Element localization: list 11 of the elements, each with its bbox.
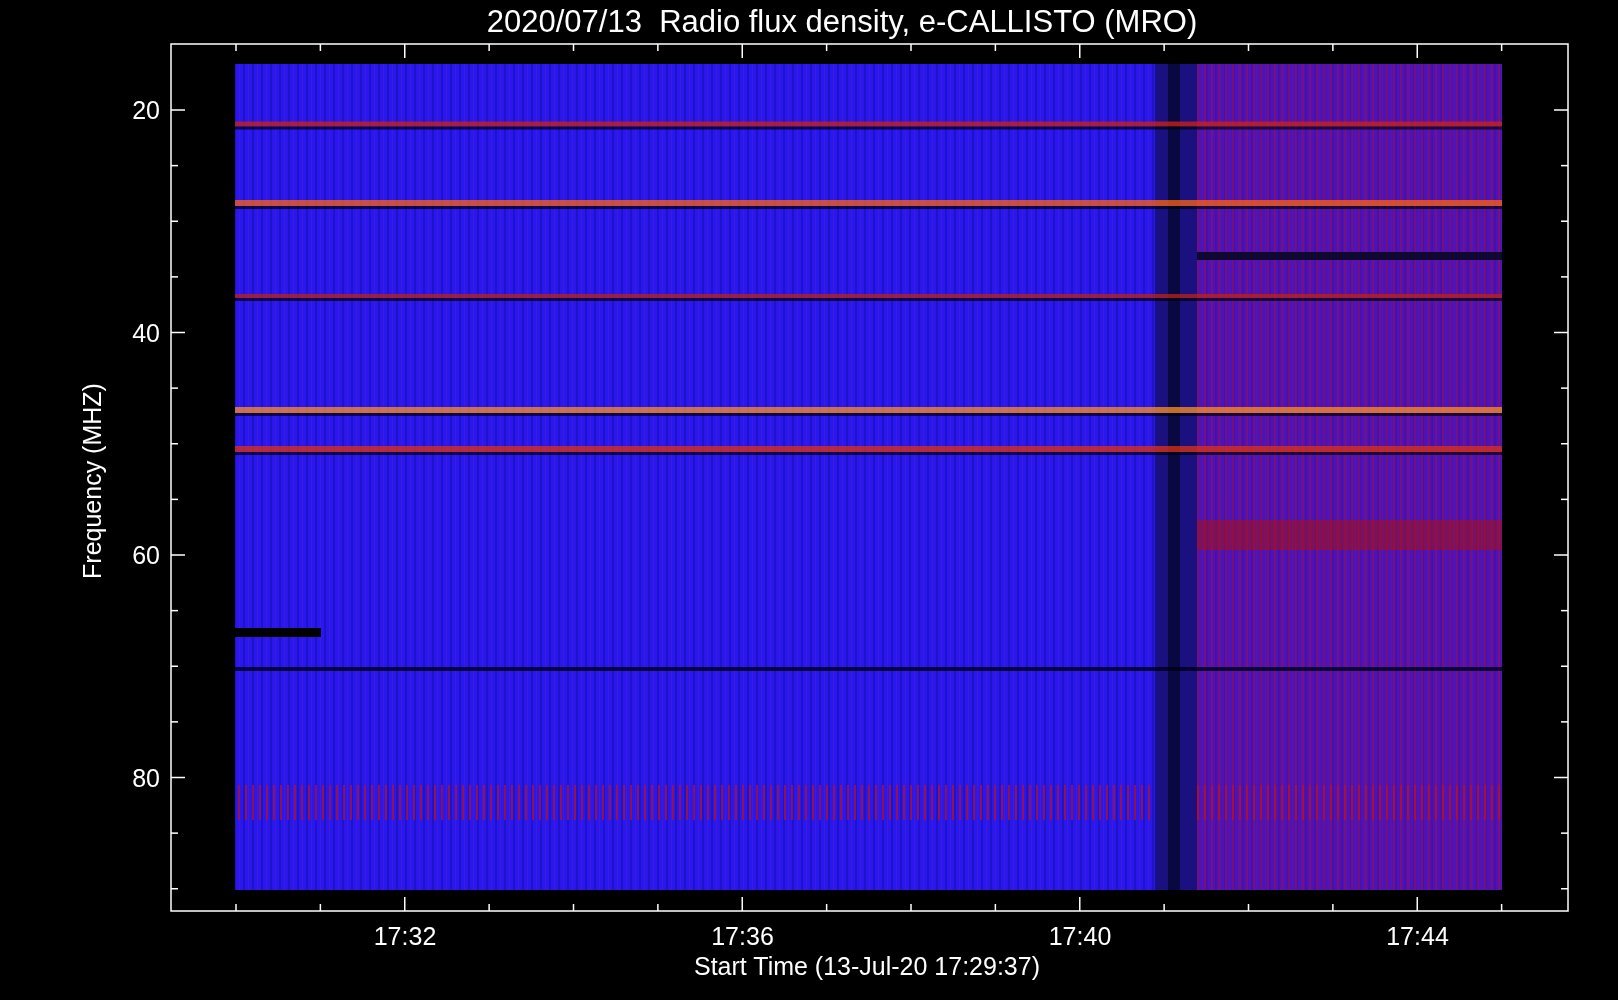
x-tick-label: 17:32 bbox=[373, 922, 437, 950]
x-tick-label: 17:36 bbox=[711, 922, 774, 950]
chart-title: 2020/07/13 Radio flux density, e-CALLISTO (MRO) bbox=[486, 4, 1198, 39]
y-tick-label: 80 bbox=[132, 763, 160, 792]
x-axis-label: Start Time (13-Jul-20 17:29:37) bbox=[694, 952, 1040, 980]
y-axis-label: Frequency (MHZ) bbox=[78, 383, 106, 579]
y-tick-label: 60 bbox=[132, 541, 160, 569]
y-tick-label: 20 bbox=[132, 96, 160, 124]
y-tick-label: 40 bbox=[132, 318, 160, 347]
x-tick-label: 17:40 bbox=[1048, 922, 1112, 950]
x-tick-label: 17:44 bbox=[1386, 922, 1449, 950]
